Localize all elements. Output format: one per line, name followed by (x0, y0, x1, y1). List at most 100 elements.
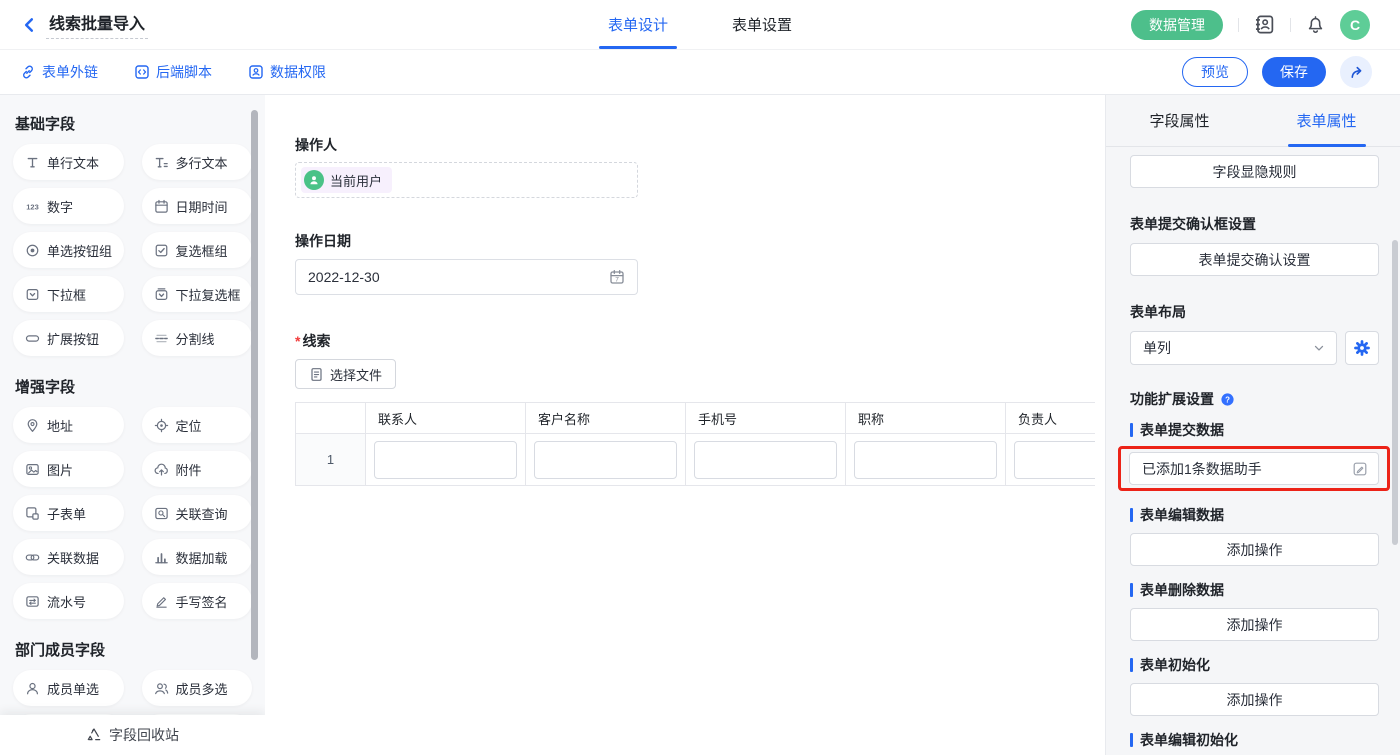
linked-query-icon (154, 506, 169, 521)
field-pill-datetime[interactable]: 日期时间 (142, 188, 253, 224)
column-header-customer: 客户名称 (526, 403, 686, 434)
subform-icon (25, 506, 40, 521)
file-icon (309, 367, 324, 382)
field-pill-member-single[interactable]: 成员单选 (13, 670, 124, 706)
add-action-button-edit-data[interactable]: 添加操作 (1130, 533, 1379, 566)
share-button[interactable] (1340, 56, 1372, 88)
signature-icon (154, 594, 169, 609)
table-cell-input-contact[interactable] (374, 441, 517, 479)
backend-script-button[interactable]: 后端脚本 (134, 62, 212, 82)
sidebar-scrollbar[interactable] (251, 110, 258, 660)
table-cell-input-phone[interactable] (694, 441, 837, 479)
ext-label-delete-data: 表单删除数据 (1130, 580, 1379, 600)
save-button[interactable]: 保存 (1262, 57, 1326, 87)
field-pill-attachment[interactable]: 附件 (142, 451, 253, 487)
date-input[interactable]: 2022-12-30 (295, 259, 638, 295)
data-assistant-entry[interactable]: 已添加1条数据助手 (1129, 452, 1379, 485)
ext-label-text: 表单编辑数据 (1140, 505, 1224, 525)
add-action-button-form-init[interactable]: 添加操作 (1130, 683, 1379, 716)
field-pill-label: 扩展按钮 (47, 329, 99, 348)
submit-confirm-settings-button[interactable]: 表单提交确认设置 (1130, 243, 1379, 276)
field-pill-subform[interactable]: 子表单 (13, 495, 124, 531)
layout-select[interactable]: 单列 (1130, 331, 1337, 365)
ext-label-form-init: 表单初始化 (1130, 655, 1379, 675)
member-single-icon (25, 681, 40, 696)
edit-icon[interactable] (1352, 461, 1368, 477)
preview-button[interactable]: 预览 (1182, 57, 1248, 87)
address-icon (25, 418, 40, 433)
data-permission-button[interactable]: 数据权限 (248, 62, 326, 82)
field-pill-label: 图片 (47, 460, 73, 479)
field-palette-sidebar: 基础字段 单行文本 多行文本 数字 日期时间 单选按钮组 复选框组 下拉框 下拉… (0, 95, 265, 755)
field-pill-number[interactable]: 数字 (13, 188, 124, 224)
field-pill-divider[interactable]: 分割线 (142, 320, 253, 356)
select-icon (25, 287, 40, 302)
field-pill-member-multi[interactable]: 成员多选 (142, 670, 253, 706)
current-user-tag[interactable]: 当前用户 (301, 167, 392, 193)
field-pill-extend-button[interactable]: 扩展按钮 (13, 320, 124, 356)
tab-field-properties[interactable]: 字段属性 (1106, 95, 1253, 146)
table-cell-input-owner[interactable] (1014, 441, 1095, 479)
field-visibility-rules-button[interactable]: 字段显隐规则 (1130, 155, 1379, 188)
layout-settings-button[interactable] (1345, 331, 1379, 365)
page-title[interactable]: 线索批量导入 (46, 10, 148, 39)
field-pill-label: 手写签名 (176, 592, 228, 611)
gear-icon (1353, 339, 1371, 357)
field-pill-data-load[interactable]: 数据加载 (142, 539, 253, 575)
contacts-icon[interactable] (1254, 14, 1275, 35)
table-cell-input-title[interactable] (854, 441, 997, 479)
link-icon (20, 64, 36, 80)
field-pill-linked-query[interactable]: 关联查询 (142, 495, 253, 531)
data-manage-button[interactable]: 数据管理 (1131, 10, 1223, 40)
section-bar (1130, 583, 1133, 597)
field-pill-label: 分割线 (176, 329, 215, 348)
panel-scrollbar[interactable] (1392, 240, 1398, 545)
field-pill-location[interactable]: 定位 (142, 407, 253, 443)
avatar[interactable]: C (1340, 10, 1370, 40)
field-pill-serial-number[interactable]: 流水号 (13, 583, 124, 619)
enhanced-fields-grid: 地址 定位 图片 附件 子表单 关联查询 关联数据 数据加载 流水号 手写签名 (13, 407, 252, 619)
user-tag-label: 当前用户 (330, 171, 382, 190)
field-pill-label: 附件 (176, 460, 202, 479)
divider (1290, 18, 1291, 32)
choose-file-button[interactable]: 选择文件 (295, 359, 396, 389)
field-pill-single-line-text[interactable]: 单行文本 (13, 144, 124, 180)
script-icon (134, 64, 150, 80)
field-recycle-bin[interactable]: 字段回收站 (0, 715, 265, 755)
divider-icon (154, 331, 169, 346)
section-bar (1130, 508, 1133, 522)
help-icon[interactable] (1220, 392, 1235, 407)
field-pill-label: 定位 (176, 416, 202, 435)
divider (1238, 18, 1239, 32)
form-external-link-button[interactable]: 表单外链 (20, 62, 98, 82)
operator-field[interactable]: 当前用户 (295, 162, 638, 198)
field-pill-multi-select[interactable]: 下拉复选框 (142, 276, 253, 312)
section-bar (1130, 733, 1133, 747)
tab-form-properties[interactable]: 表单属性 (1253, 95, 1400, 146)
table-cell-input-customer[interactable] (534, 441, 677, 479)
field-pill-multi-line-text[interactable]: 多行文本 (142, 144, 253, 180)
multi-select-icon (154, 287, 169, 302)
field-pill-select[interactable]: 下拉框 (13, 276, 124, 312)
ext-label-text: 表单删除数据 (1140, 580, 1224, 600)
required-mark: * (295, 333, 300, 349)
toolbar-actions: 预览 保存 (1182, 56, 1372, 88)
toolbar-link-label: 后端脚本 (156, 62, 212, 82)
tab-form-settings[interactable]: 表单设置 (732, 0, 792, 49)
field-pill-linked-data[interactable]: 关联数据 (13, 539, 124, 575)
field-pill-signature[interactable]: 手写签名 (142, 583, 253, 619)
image-icon (25, 462, 40, 477)
field-pill-label: 单行文本 (47, 153, 99, 172)
field-pill-checkbox-group[interactable]: 复选框组 (142, 232, 253, 268)
tab-form-design[interactable]: 表单设计 (608, 0, 668, 49)
sub-toolbar: 表单外链 后端脚本 数据权限 预览 保存 (0, 50, 1400, 95)
field-pill-radio-group[interactable]: 单选按钮组 (13, 232, 124, 268)
bell-icon[interactable] (1306, 15, 1325, 34)
add-action-button-delete-data[interactable]: 添加操作 (1130, 608, 1379, 641)
back-icon[interactable] (20, 16, 38, 34)
location-icon (154, 418, 169, 433)
ext-label-text: 表单初始化 (1140, 655, 1210, 675)
field-pill-image[interactable]: 图片 (13, 451, 124, 487)
data-load-icon (154, 550, 169, 565)
field-pill-address[interactable]: 地址 (13, 407, 124, 443)
